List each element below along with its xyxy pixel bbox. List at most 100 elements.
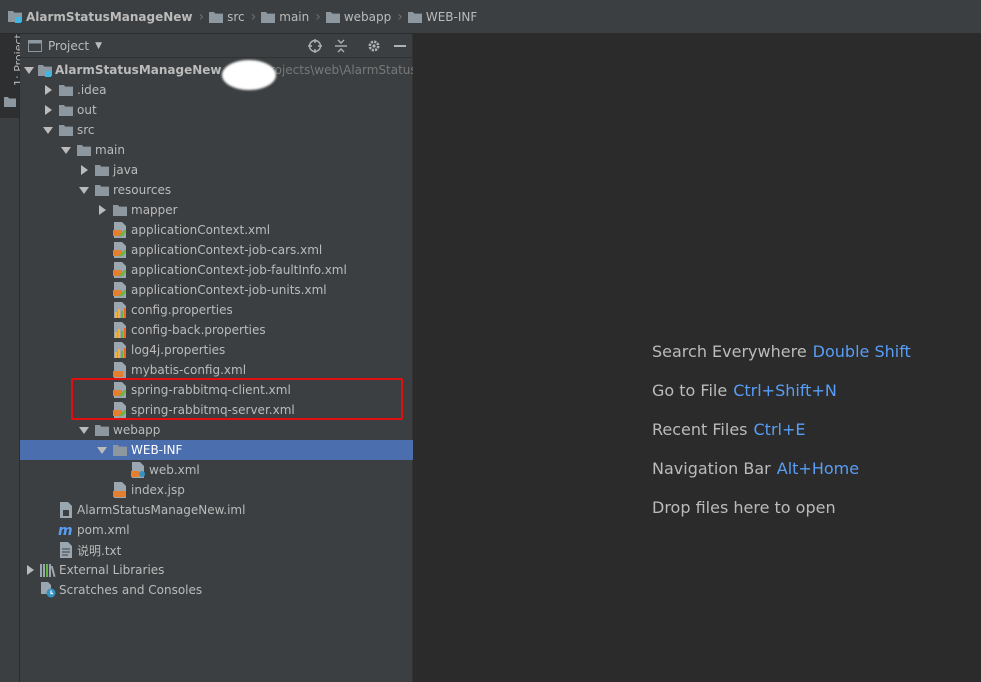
tree-item[interactable]: External Libraries: [20, 560, 413, 580]
editor-hint: Recent Files Ctrl+E: [652, 420, 805, 439]
tree-item-label: Scratches and Consoles: [59, 583, 203, 597]
collapsed-arrow-icon[interactable]: [42, 104, 54, 116]
tree-item[interactable]: m pom.xml: [20, 520, 413, 540]
tree-item[interactable]: web.xml: [20, 460, 413, 480]
tree-item[interactable]: main: [20, 140, 413, 160]
folder-icon: [325, 11, 340, 23]
folder-icon: [94, 162, 110, 178]
folder-icon: [58, 82, 74, 98]
folder-icon: [58, 122, 74, 138]
editor-hint: Go to File Ctrl+Shift+N: [652, 381, 837, 400]
spring-xml-icon: [112, 282, 128, 298]
breadcrumb-label: webapp: [343, 9, 392, 24]
tree-item[interactable]: src: [20, 120, 413, 140]
xml-icon: [112, 362, 128, 378]
tree-item[interactable]: 说明.txt: [20, 540, 413, 560]
breadcrumb-item-main[interactable]: main: [261, 0, 309, 34]
expanded-arrow-icon[interactable]: [78, 424, 90, 436]
tree-item[interactable]: applicationContext-job-cars.xml: [20, 240, 413, 260]
scratches-icon: [40, 582, 56, 598]
tree-item-label: pom.xml: [77, 523, 130, 537]
folder-icon: [407, 11, 422, 23]
tree-item[interactable]: mapper: [20, 200, 413, 220]
tree-item[interactable]: mybatis-config.xml: [20, 360, 413, 380]
folder-icon: [112, 442, 128, 458]
tree-item[interactable]: AlarmStatusManageNew D:\...\projects\web\…: [20, 60, 427, 80]
tree-item[interactable]: log4j.properties: [20, 340, 413, 360]
tree-item[interactable]: .idea: [20, 80, 413, 100]
tree-item[interactable]: config-back.properties: [20, 320, 413, 340]
properties-icon: [112, 322, 128, 338]
chevron-right-icon: ›: [315, 8, 321, 25]
navigation-breadcrumb-bar: AlarmStatusManageNew › src › main › webapp › WEB…: [0, 0, 981, 34]
breadcrumb-item-webapp[interactable]: webapp: [325, 0, 392, 34]
chevron-down-icon[interactable]: ▼: [95, 41, 102, 51]
hint-shortcut: Alt+Home: [776, 459, 860, 478]
tree-item-label: applicationContext.xml: [131, 223, 271, 237]
hide-icon[interactable]: [392, 38, 408, 54]
tree-item[interactable]: applicationContext-job-units.xml: [20, 280, 413, 300]
tree-item[interactable]: resources: [20, 180, 413, 200]
tree-item[interactable]: applicationContext-job-faultInfo.xml: [20, 260, 413, 280]
tree-item-label: web.xml: [149, 463, 200, 477]
folder-icon: [94, 422, 110, 438]
svg-text:m: m: [58, 523, 73, 537]
tree-item[interactable]: applicationContext.xml: [20, 220, 413, 240]
tree-item[interactable]: AlarmStatusManageNew.iml: [20, 500, 413, 520]
settings-icon[interactable]: [366, 38, 382, 54]
expanded-arrow-icon[interactable]: [96, 444, 108, 456]
tree-item-label: out: [77, 103, 97, 117]
expanded-arrow-icon[interactable]: [78, 184, 90, 196]
tree-item[interactable]: config.properties: [20, 300, 413, 320]
chevron-right-icon: ›: [397, 8, 403, 25]
tree-item-label: AlarmStatusManageNew.iml: [77, 503, 246, 517]
collapse-all-icon[interactable]: [333, 38, 349, 54]
collapsed-arrow-icon[interactable]: [78, 164, 90, 176]
project-panel-header: Project ▼: [20, 34, 413, 58]
tree-item[interactable]: index.jsp: [20, 480, 413, 500]
tree-item-label: AlarmStatusManageNew: [55, 63, 222, 77]
module-icon: [8, 10, 22, 23]
locate-icon[interactable]: [307, 38, 323, 54]
tree-item-label: applicationContext-job-units.xml: [131, 283, 327, 297]
project-tool-window-button[interactable]: 1: Project: [0, 34, 25, 118]
collapsed-arrow-icon[interactable]: [96, 204, 108, 216]
breadcrumb-item-web-inf[interactable]: WEB-INF: [407, 0, 477, 34]
tree-item[interactable]: java: [20, 160, 413, 180]
breadcrumb-item-src[interactable]: src: [209, 0, 245, 34]
expanded-arrow-icon[interactable]: [24, 64, 34, 76]
web-xml-icon: [130, 462, 146, 478]
folder-icon: [94, 182, 110, 198]
tree-item[interactable]: WEB-INF: [20, 440, 413, 460]
folder-icon: [4, 96, 16, 110]
tree-item-label: .idea: [77, 83, 107, 97]
tree-item-label: config.properties: [131, 303, 233, 317]
left-tool-stripe: 1: Project: [0, 34, 25, 682]
chevron-right-icon: ›: [198, 8, 205, 25]
tree-item[interactable]: Scratches and Consoles: [20, 580, 413, 600]
properties-icon: [112, 302, 128, 318]
tree-item-label: java: [113, 163, 139, 177]
breadcrumb-label: src: [227, 9, 245, 24]
breadcrumb-label: AlarmStatusManageNew: [26, 9, 193, 24]
breadcrumb-item-alarmstatusmanagenew[interactable]: AlarmStatusManageNew: [8, 0, 193, 34]
collapsed-arrow-icon[interactable]: [42, 84, 54, 96]
folder-icon: [261, 11, 276, 23]
libraries-icon: [40, 562, 56, 578]
tree-item[interactable]: webapp: [20, 420, 413, 440]
collapsed-arrow-icon[interactable]: [24, 564, 36, 576]
properties-icon: [112, 342, 128, 358]
folder-icon: [58, 102, 74, 118]
expanded-arrow-icon[interactable]: [60, 144, 72, 156]
project-panel: Project ▼ AlarmStatusManageNew D:\...\pro…: [20, 34, 427, 682]
hint-text: Search Everywhere: [652, 342, 807, 361]
tree-item-label: webapp: [113, 423, 161, 437]
editor-empty-area: Search Everywhere Double Shift Go to File C…: [413, 34, 981, 682]
hint-text: Drop files here to open: [652, 498, 836, 517]
tree-item-label: src: [77, 123, 95, 137]
expanded-arrow-icon[interactable]: [42, 124, 54, 136]
iml-icon: [58, 502, 74, 518]
project-view-selector[interactable]: Project: [48, 39, 89, 53]
text-file-icon: [58, 542, 74, 558]
tree-item[interactable]: out: [20, 100, 413, 120]
